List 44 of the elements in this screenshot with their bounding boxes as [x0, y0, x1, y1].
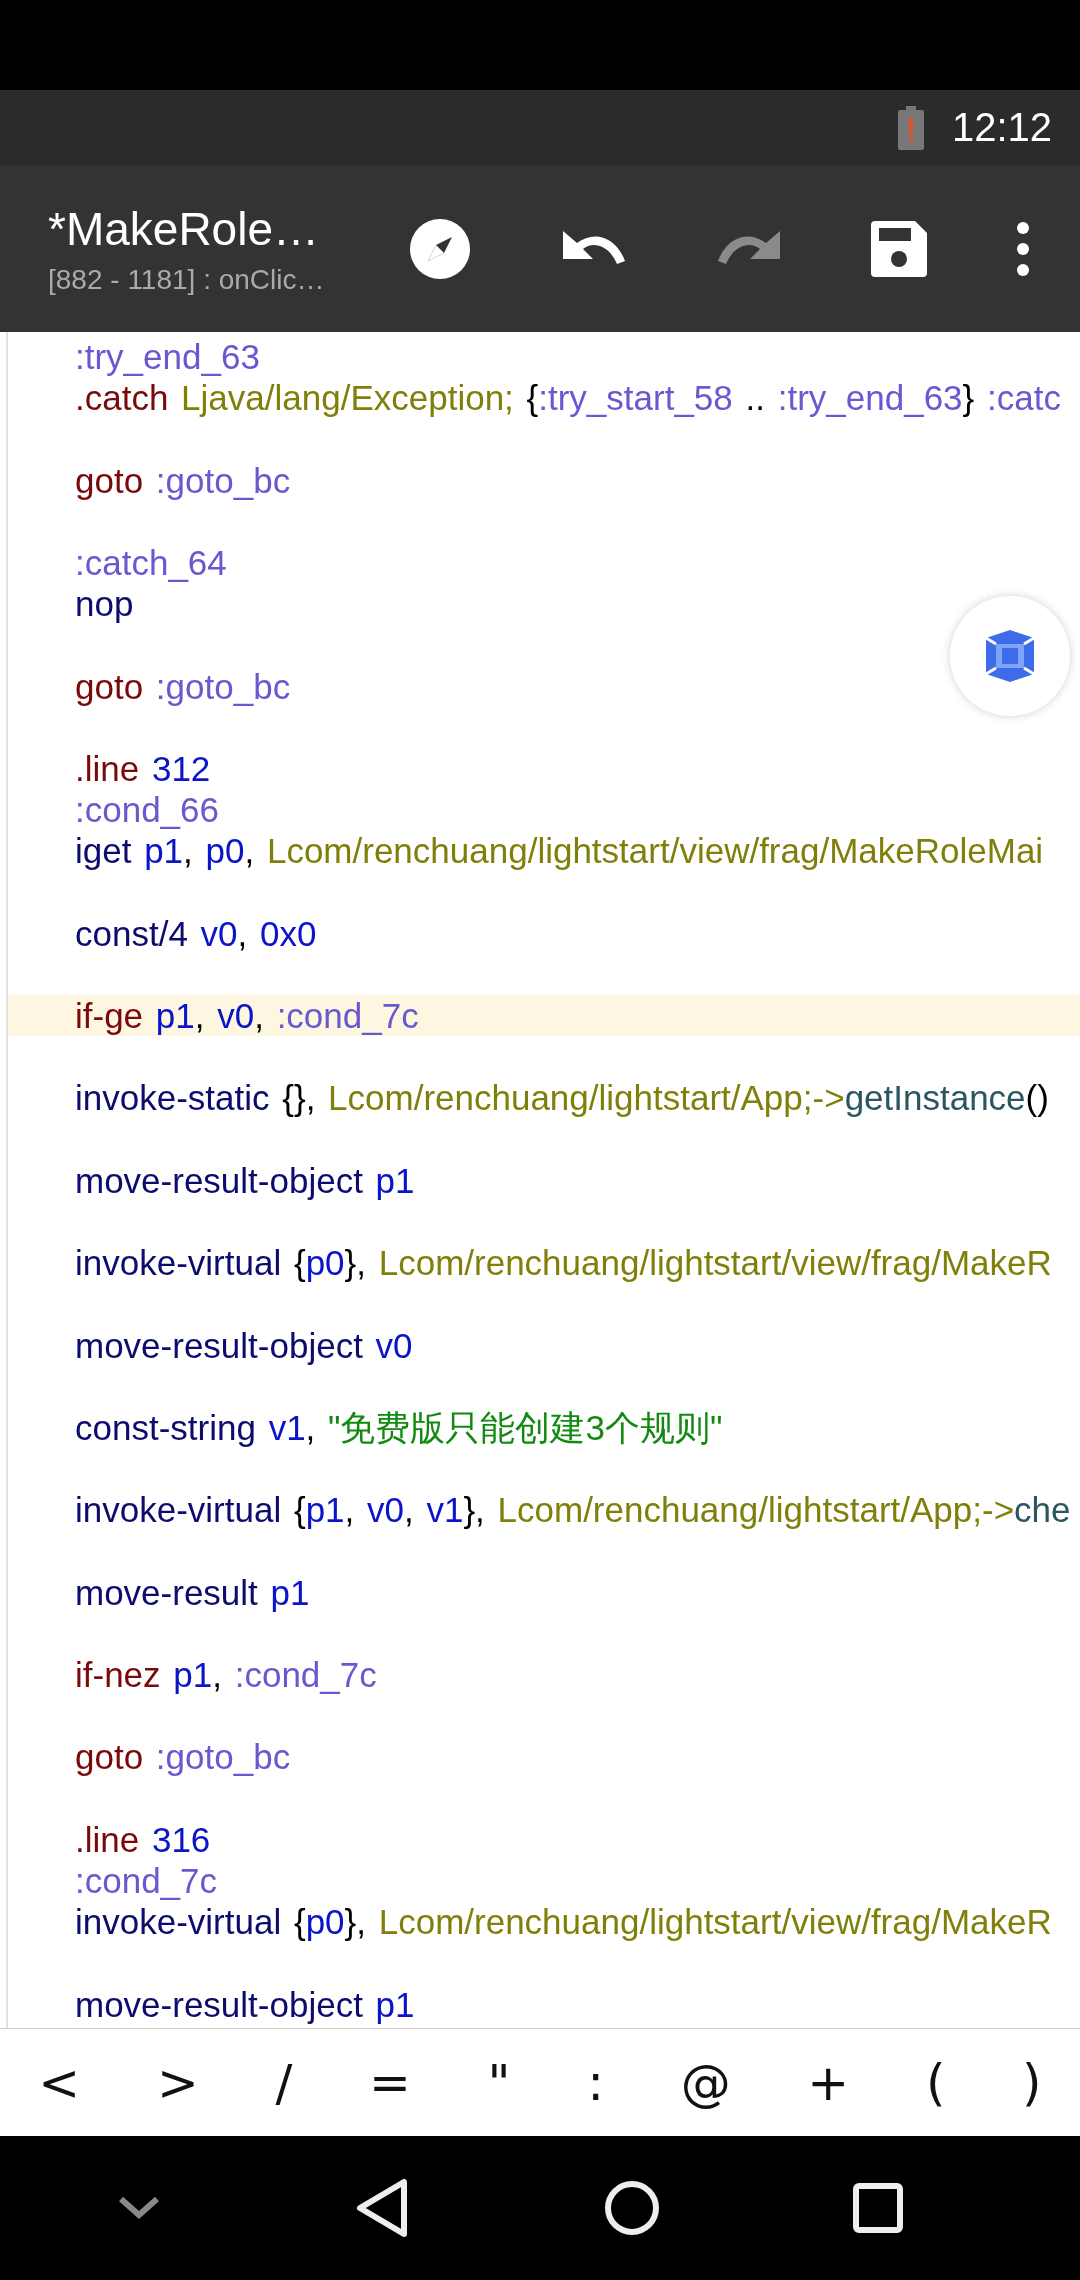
- symbol-key[interactable]: @: [660, 2049, 751, 2116]
- file-title: *MakeRole…: [48, 201, 320, 256]
- compass-icon: [408, 216, 472, 281]
- symbol-key[interactable]: /: [255, 2049, 313, 2116]
- code-line: move-result p1: [75, 1572, 310, 1612]
- code-line: move-result-object v0: [75, 1325, 413, 1365]
- code-line: invoke-static {}, Lcom/renchuang/lightstart/App;->getInstance(): [75, 1078, 1049, 1118]
- code-line: invoke-virtual {p1, v0, v1}, Lcom/renchuang/lightstart/App;->che: [75, 1490, 1071, 1530]
- code-line: :cond_66: [75, 790, 220, 830]
- code-line: move-result-object p1: [75, 1984, 415, 2024]
- symbol-key[interactable]: :: [567, 2049, 625, 2116]
- chevron-down-icon[interactable]: [116, 2195, 161, 2221]
- symbol-key[interactable]: =: [348, 2049, 431, 2116]
- code-line: goto :goto_bc: [75, 666, 291, 706]
- code-line: iget p1, p0, Lcom/renchuang/lightstart/view/frag/MakeRoleMai: [75, 831, 1044, 871]
- code-line: .line 312: [75, 748, 211, 788]
- code-line: :try_end_63: [75, 337, 260, 376]
- save-icon: [871, 220, 927, 277]
- code-line: invoke-virtual {p0}, Lcom/renchuang/lightstart/view/frag/MakeR: [75, 1243, 1052, 1283]
- symbol-key[interactable]: ": [467, 2049, 531, 2116]
- symbol-key[interactable]: (: [905, 2049, 966, 2116]
- code-line: goto :goto_bc: [75, 460, 291, 500]
- code-line: :catch_64: [75, 542, 227, 582]
- symbol-key[interactable]: >: [136, 2049, 219, 2116]
- code-line: move-result-object p1: [75, 1160, 415, 1200]
- code-line: :cond_7c: [75, 1860, 218, 1900]
- code-line: if-nez p1, :cond_7c: [75, 1655, 377, 1694]
- code-line: goto :goto_bc: [75, 1737, 291, 1777]
- floating-cube-button[interactable]: [950, 596, 1070, 716]
- symbol-key[interactable]: +: [787, 2049, 870, 2116]
- symbol-key[interactable]: <: [18, 2049, 101, 2116]
- code-line: nop: [75, 584, 134, 624]
- code-line: const/4 v0, 0x0: [75, 913, 317, 953]
- code-line: invoke-virtual {p0}, Lcom/renchuang/lightstart/view/frag/MakeR: [75, 1902, 1052, 1942]
- code-line: .line 316: [75, 1819, 211, 1859]
- code-line: if-ge p1, v0, :cond_7c: [75, 996, 419, 1035]
- code-line: .catch Ljava/lang/Exception; {:try_start_58 .. :try_end_63} :catc: [75, 378, 1061, 418]
- clock-time: 12:12: [951, 105, 1052, 150]
- home-icon[interactable]: [603, 2180, 660, 2236]
- symbol-key[interactable]: ): [1002, 2049, 1062, 2116]
- code-line: const-string v1, "免费版只能创建3个规则": [75, 1407, 723, 1447]
- recents-icon[interactable]: [853, 2183, 904, 2233]
- more-icon: [1016, 220, 1030, 277]
- method-subtitle: [882 - 1181] : onClic…: [48, 263, 326, 296]
